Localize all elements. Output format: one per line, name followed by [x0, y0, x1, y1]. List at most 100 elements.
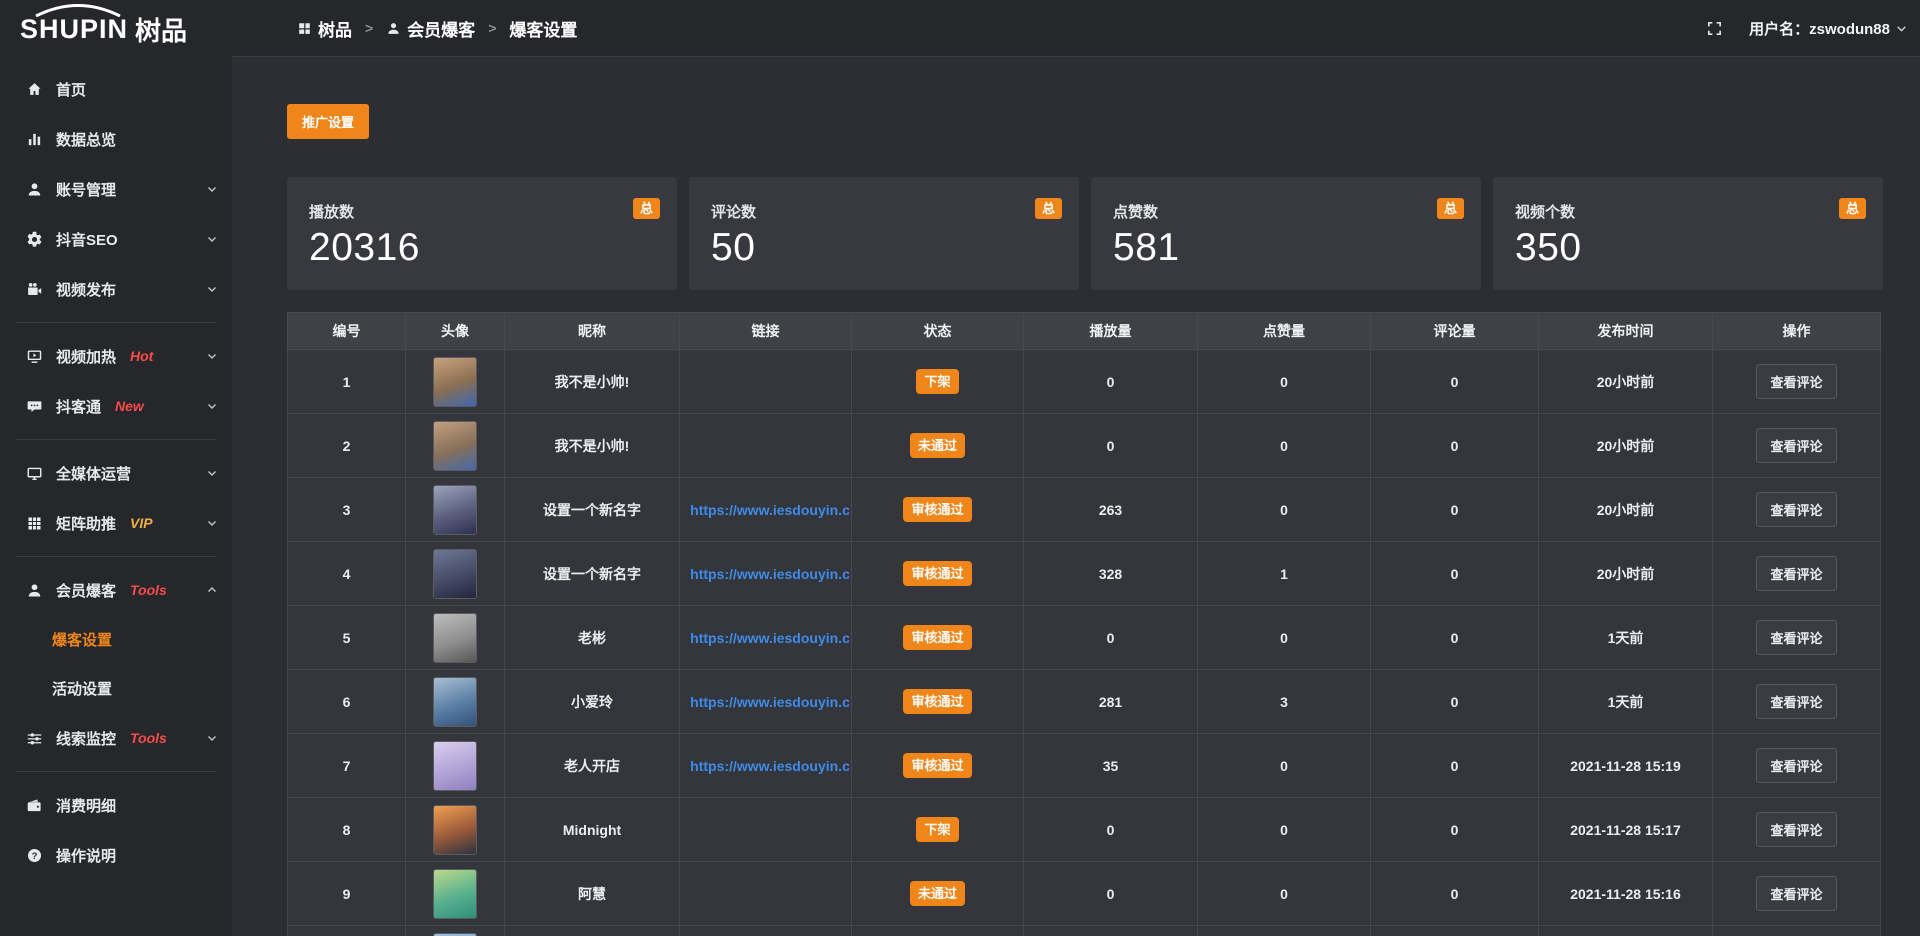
- sidebar-subitem-活动设置[interactable]: 活动设置: [0, 664, 232, 713]
- chevron-up-icon: [206, 584, 218, 596]
- breadcrumb-separator: >: [365, 20, 373, 36]
- cell-status: 未通过: [852, 414, 1024, 478]
- fullscreen-icon[interactable]: [1706, 20, 1723, 37]
- table-row: 8Midnight下架0002021-11-28 15:17查看评论: [288, 798, 1881, 862]
- column-header-点赞量: 点赞量: [1198, 313, 1371, 350]
- video-icon: [24, 279, 44, 299]
- cell-plays: 35: [1024, 734, 1198, 798]
- video-link[interactable]: https://www.iesdouyin.c: [690, 630, 850, 646]
- cell-plays: 0: [1024, 414, 1198, 478]
- sidebar-item-视频发布[interactable]: 视频发布: [0, 264, 232, 314]
- video-link[interactable]: https://www.iesdouyin.c: [690, 502, 850, 518]
- sidebar-item-抖客通[interactable]: 抖客通New: [0, 381, 232, 431]
- cell-likes: 0: [1198, 734, 1371, 798]
- view-comments-button[interactable]: 查看评论: [1756, 556, 1836, 591]
- cell-nickname: 阿慧: [505, 862, 680, 926]
- gear-icon: [24, 229, 44, 249]
- cell-avatar: [406, 606, 505, 670]
- cell-link: https://www.iesdouyin.c: [680, 478, 852, 542]
- sidebar-item-视频加热[interactable]: 视频加热Hot: [0, 331, 232, 381]
- sidebar-item-label: 线索监控: [56, 728, 116, 749]
- sliders-icon: [24, 728, 44, 748]
- breadcrumb-separator: >: [488, 20, 496, 36]
- view-comments-button[interactable]: 查看评论: [1756, 364, 1836, 399]
- cell-no: 1: [288, 350, 406, 414]
- sidebar-item-消费明细[interactable]: 消费明细: [0, 780, 232, 830]
- stat-card-视频个数: 视频个数350总: [1493, 177, 1883, 290]
- promo-settings-button[interactable]: 推广设置: [287, 104, 369, 139]
- total-badge: 总: [633, 198, 660, 219]
- view-comments-button[interactable]: 查看评论: [1756, 684, 1836, 719]
- video-link[interactable]: https://www.iesdouyin.c: [690, 758, 850, 774]
- view-comments-button[interactable]: 查看评论: [1756, 876, 1836, 911]
- question-icon: ?: [24, 845, 44, 865]
- sidebar-item-数据总览[interactable]: 数据总览: [0, 114, 232, 164]
- video-link[interactable]: https://www.iesdouyin.c: [690, 694, 850, 710]
- cell-likes: 3: [1198, 670, 1371, 734]
- cell-action: 查看评论: [1713, 478, 1881, 542]
- sidebar-subitem-爆客设置[interactable]: 爆客设置: [0, 615, 232, 664]
- avatar: [433, 805, 477, 855]
- avatar: [433, 677, 477, 727]
- breadcrumb-label: 树品: [318, 16, 352, 41]
- cell-link: [680, 414, 852, 478]
- cell-link: https://www.iesdouyin.c: [680, 670, 852, 734]
- sidebar-item-会员爆客[interactable]: 会员爆客Tools: [0, 565, 232, 615]
- sidebar: SHUPIN 树品 首页数据总览账号管理抖音SEO视频发布视频加热Hot抖客通N…: [0, 0, 232, 936]
- view-comments-button[interactable]: 查看评论: [1756, 492, 1836, 527]
- view-comments-button[interactable]: 查看评论: [1756, 812, 1836, 847]
- status-badge: 下架: [916, 369, 958, 394]
- user-menu[interactable]: 用户名：zswodun88: [1749, 18, 1908, 39]
- cell-comments: 0: [1371, 606, 1539, 670]
- cell-link: https://www.iesdouyin.c: [680, 606, 852, 670]
- chevron-down-icon: [206, 283, 218, 295]
- stat-cards: 播放数20316总评论数50总点赞数581总视频个数350总: [287, 177, 1883, 290]
- video-link[interactable]: https://www.iesdouyin.c: [690, 566, 850, 582]
- cell-no: 3: [288, 478, 406, 542]
- column-header-评论量: 评论量: [1371, 313, 1539, 350]
- cell-likes: 0: [1198, 798, 1371, 862]
- sidebar-item-线索监控[interactable]: 线索监控Tools: [0, 713, 232, 763]
- sidebar-item-抖音SEO[interactable]: 抖音SEO: [0, 214, 232, 264]
- cell-time: 20小时前: [1539, 414, 1713, 478]
- cell-no: 6: [288, 670, 406, 734]
- stat-label: 点赞数: [1113, 201, 1481, 222]
- view-comments-button[interactable]: 查看评论: [1756, 428, 1836, 463]
- table-row: 6小爱玲https://www.iesdouyin.c审核通过281301天前查…: [288, 670, 1881, 734]
- cell-comments: 0: [1371, 414, 1539, 478]
- cell-time: 20小时前: [1539, 542, 1713, 606]
- cell-avatar: [406, 414, 505, 478]
- status-badge: 未通过: [910, 433, 965, 458]
- cell-status: 审核通过: [852, 606, 1024, 670]
- sidebar-item-矩阵助推[interactable]: 矩阵助推VIP: [0, 498, 232, 548]
- cell-comments: 0: [1371, 542, 1539, 606]
- breadcrumb-item-会员爆客[interactable]: 会员爆客: [386, 16, 475, 41]
- sidebar-item-首页[interactable]: 首页: [0, 64, 232, 114]
- avatar: [433, 549, 477, 599]
- cell-no: 2: [288, 414, 406, 478]
- cell-link: [680, 350, 852, 414]
- column-header-编号: 编号: [288, 313, 406, 350]
- cell-avatar: [406, 542, 505, 606]
- view-comments-button[interactable]: 查看评论: [1756, 748, 1836, 783]
- breadcrumb-item-树品[interactable]: 树品: [297, 16, 352, 41]
- cell-nickname: 我不是小帅!: [505, 414, 680, 478]
- sidebar-item-账号管理[interactable]: 账号管理: [0, 164, 232, 214]
- view-comments-button[interactable]: 查看评论: [1756, 620, 1836, 655]
- sidebar-item-全媒体运营[interactable]: 全媒体运营: [0, 448, 232, 498]
- cell-action: 查看评论: [1713, 798, 1881, 862]
- sidebar-item-操作说明[interactable]: ?操作说明: [0, 830, 232, 880]
- topbar: 树品>会员爆客>爆客设置 用户名：zswodun88: [232, 0, 1920, 57]
- cell-action: 查看评论: [1713, 734, 1881, 798]
- status-badge: 未通过: [910, 881, 965, 906]
- cell-link: [680, 926, 852, 936]
- status-badge: 审核通过: [903, 561, 971, 586]
- cell-comments: 0: [1371, 862, 1539, 926]
- cell-likes: 0: [1198, 862, 1371, 926]
- cell-avatar: [406, 478, 505, 542]
- avatar: [433, 869, 477, 919]
- stat-card-播放数: 播放数20316总: [287, 177, 677, 290]
- sidebar-item-tag: Hot: [130, 348, 153, 364]
- cell-nickname: 老彬: [505, 606, 680, 670]
- sidebar-item-label: 首页: [56, 79, 86, 100]
